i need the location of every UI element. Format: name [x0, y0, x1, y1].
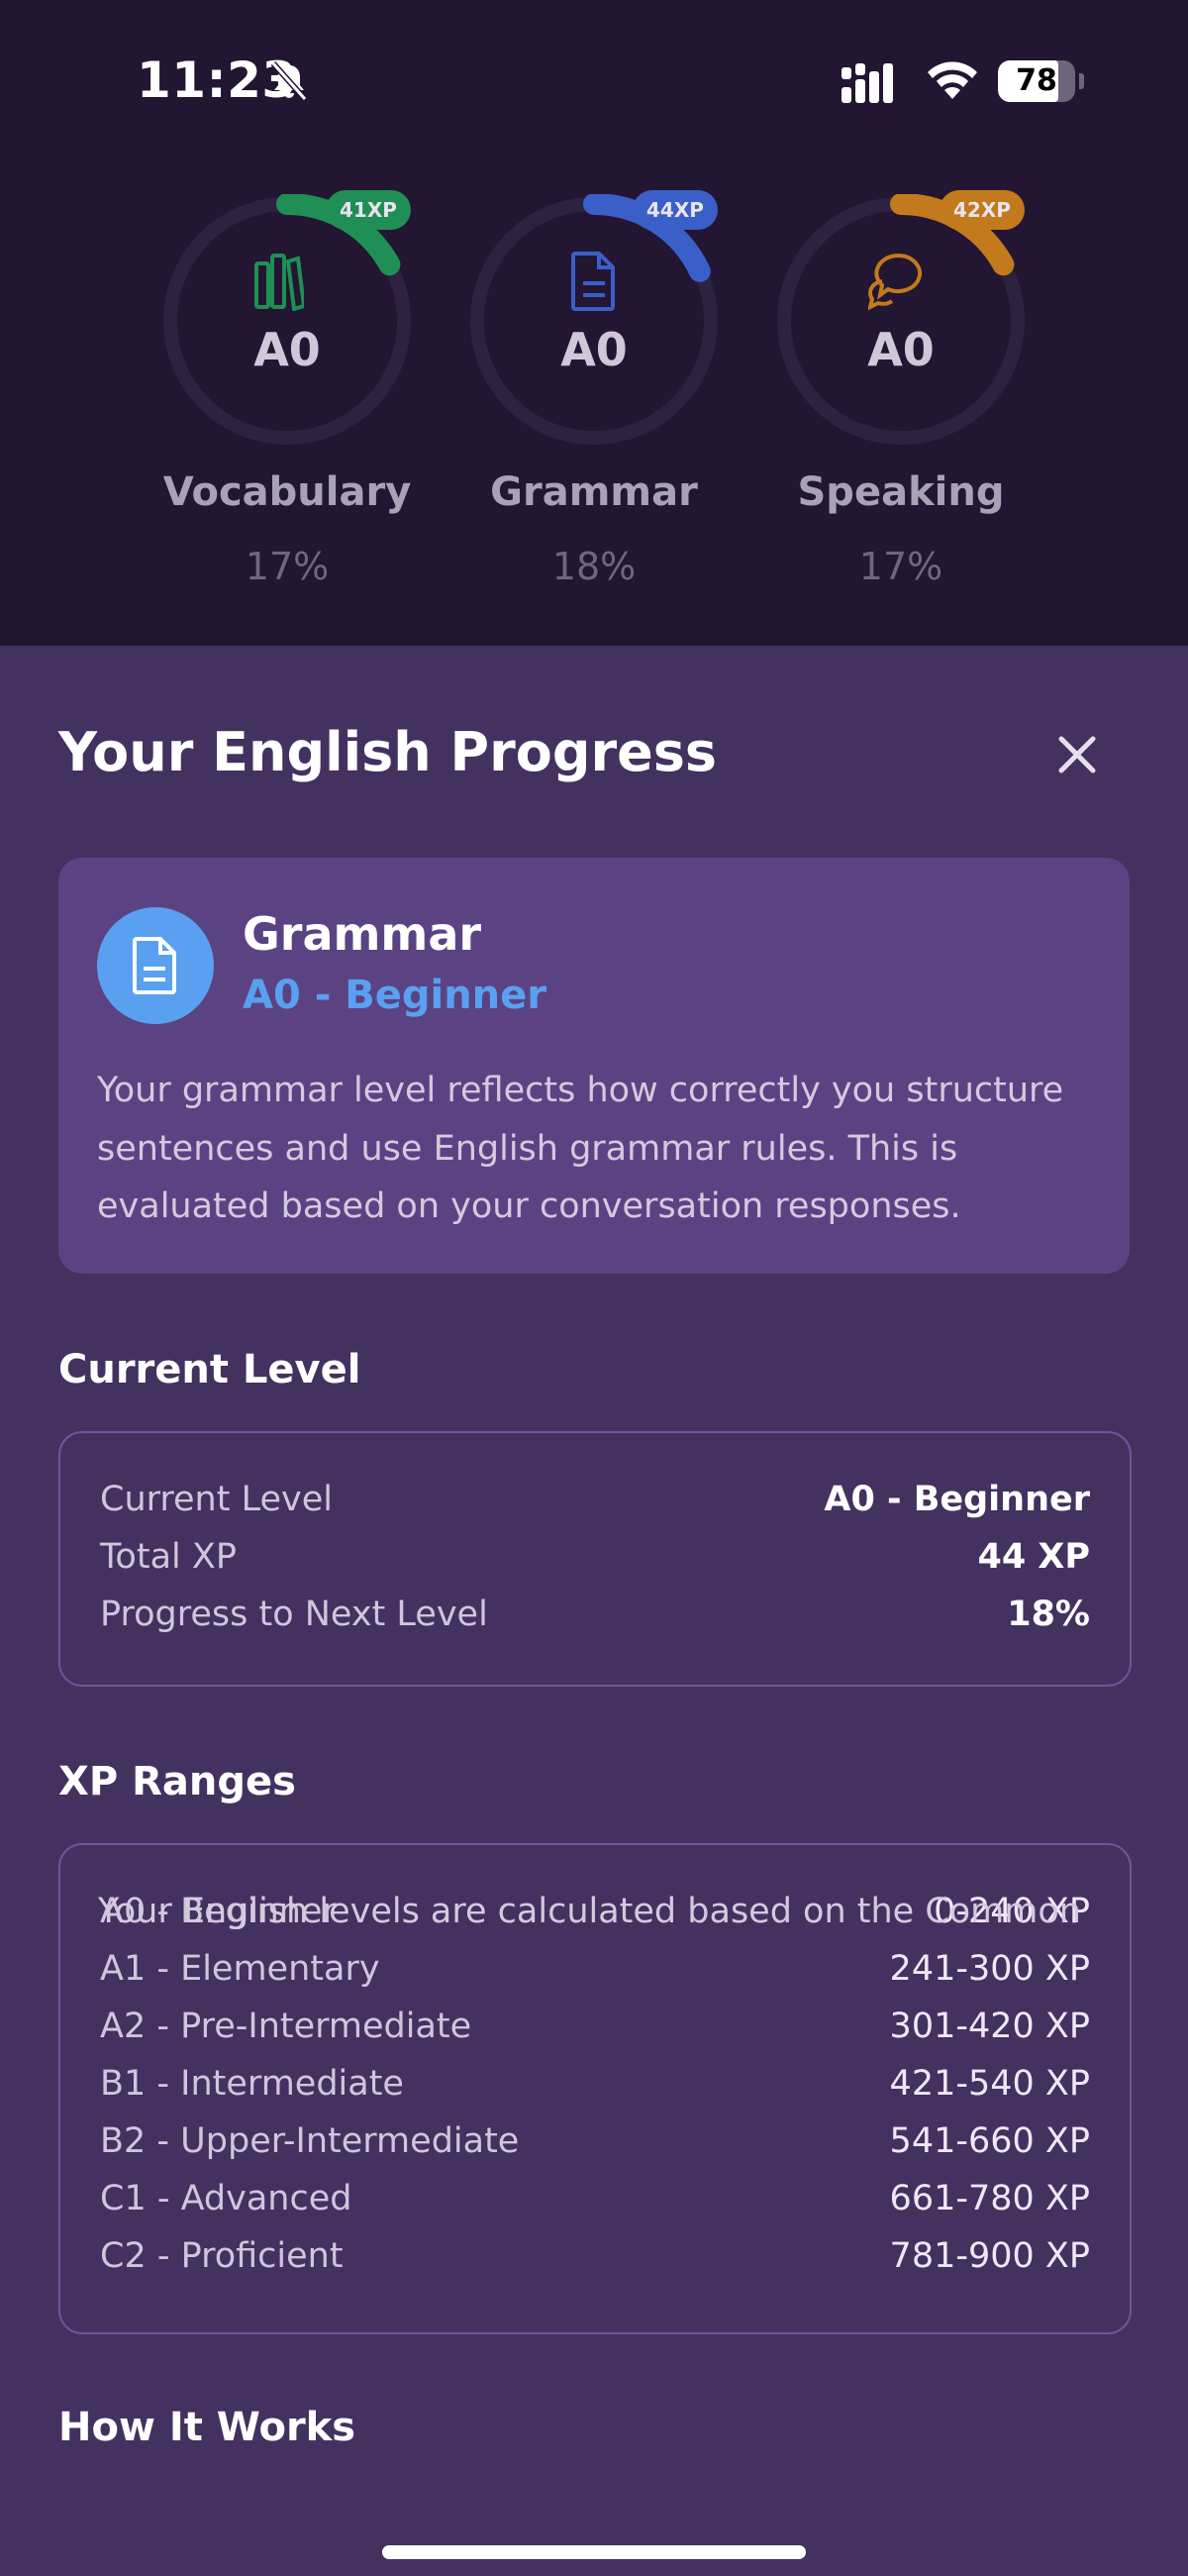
info-description: Your grammar level reflects how correctl…: [97, 1071, 1064, 1226]
document-icon: [133, 937, 176, 994]
xp-ranges-heading: XP Ranges: [58, 1759, 296, 1804]
stat-row: Total XP 44 XP: [100, 1528, 1090, 1586]
xp-range-row: C1 - Advanced 661-780 XP: [100, 2170, 1090, 2227]
current-level-card: Current Level A0 - Beginner Total XP 44 …: [58, 1431, 1132, 1687]
xp-range-row: B2 - Upper-Intermediate 541-660 XP: [100, 2112, 1090, 2170]
stat-value: 44 XP: [977, 1537, 1090, 1577]
speaking-label: Speaking: [797, 469, 1005, 515]
cellular-signal-icon: [842, 63, 893, 103]
range-label: B1 - Intermediate: [100, 2064, 404, 2104]
vocabulary-xp-badge: 41XP: [326, 190, 411, 230]
progress-sheet: Your English Progress Grammar A0 - Begin…: [0, 646, 1188, 2576]
grammar-percent: 18%: [551, 545, 637, 588]
vocabulary-level: A0: [253, 323, 321, 376]
bell-muted-icon: [270, 61, 308, 101]
stat-label: Total XP: [100, 1537, 237, 1577]
grammar-label: Grammar: [490, 469, 698, 515]
range-value: 781-900 XP: [889, 2236, 1090, 2276]
stat-value: 18%: [1007, 1595, 1090, 1634]
xp-range-row: A1 - Elementary 241-300 XP: [100, 1940, 1090, 1998]
range-value: 421-540 XP: [889, 2064, 1090, 2104]
range-value: 541-660 XP: [889, 2121, 1090, 2161]
range-label: B2 - Upper-Intermediate: [100, 2121, 520, 2161]
stat-label: Current Level: [100, 1480, 333, 1519]
current-level-heading: Current Level: [58, 1347, 361, 1392]
skill-grammar[interactable]: 44XP A0 Grammar 18%: [470, 190, 747, 610]
skill-speaking[interactable]: 42XP A0 Speaking 17%: [777, 190, 1054, 610]
battery-icon: 78: [998, 60, 1084, 102]
how-it-works-text: Your English levels are calculated based…: [98, 1892, 1081, 1931]
speaking-xp-badge: 42XP: [940, 190, 1025, 230]
document-icon: [571, 252, 615, 311]
range-value: 241-300 XP: [889, 1949, 1090, 1989]
battery-percent: 78: [1016, 63, 1057, 98]
vocabulary-percent: 17%: [245, 545, 330, 588]
range-label: A2 - Pre-Intermediate: [100, 2007, 472, 2046]
stat-value: A0 - Beginner: [824, 1480, 1090, 1519]
sheet-title: Your English Progress: [58, 721, 718, 783]
xp-range-row: A2 - Pre-Intermediate 301-420 XP: [100, 1998, 1090, 2055]
speaking-percent: 17%: [858, 545, 943, 588]
stat-row: Current Level A0 - Beginner: [100, 1471, 1090, 1528]
range-label: C2 - Proficient: [100, 2236, 344, 2276]
books-icon: [254, 254, 304, 311]
info-level: A0 - Beginner: [243, 973, 547, 1018]
grammar-level: A0: [560, 323, 628, 376]
range-value: 661-780 XP: [889, 2179, 1090, 2218]
xp-range-row: C2 - Proficient 781-900 XP: [100, 2227, 1090, 2285]
home-indicator[interactable]: [382, 2545, 806, 2559]
skill-vocabulary[interactable]: 41XP A0 Vocabulary 17%: [163, 190, 441, 610]
grammar-xp-badge: 44XP: [633, 190, 718, 230]
xp-range-row: B1 - Intermediate 421-540 XP: [100, 2055, 1090, 2112]
status-bar: 11:23 78: [0, 0, 1188, 158]
skill-info-card: Grammar A0 - Beginner Your grammar level…: [58, 858, 1130, 1274]
range-label: C1 - Advanced: [100, 2179, 352, 2218]
stat-row: Progress to Next Level 18%: [100, 1586, 1090, 1643]
range-value: 301-420 XP: [889, 2007, 1090, 2046]
close-icon[interactable]: [1049, 727, 1105, 782]
vocabulary-label: Vocabulary: [162, 469, 412, 515]
stat-label: Progress to Next Level: [100, 1595, 488, 1634]
skills-header: 11:23 78 41XP A0 Vocabulary 17% 44XP A0 …: [0, 0, 1188, 646]
speaking-level: A0: [867, 323, 935, 376]
chat-bubbles-icon: [868, 253, 923, 311]
grammar-avatar: [97, 907, 214, 1024]
how-it-works-heading: How It Works: [58, 2405, 356, 2450]
range-label: A1 - Elementary: [100, 1949, 380, 1989]
wifi-icon: [928, 61, 977, 99]
info-title: Grammar: [243, 907, 482, 961]
